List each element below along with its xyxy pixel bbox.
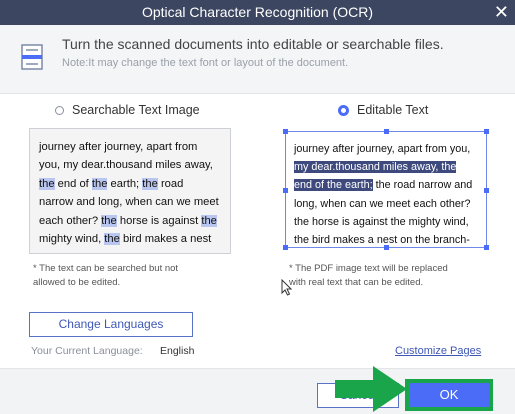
resize-handle[interactable] bbox=[484, 188, 489, 193]
change-languages-button[interactable]: Change Languages bbox=[29, 312, 193, 337]
resize-handle[interactable] bbox=[484, 245, 489, 250]
preview-text-segment: earth; bbox=[107, 177, 143, 190]
editable-preview-text: journey after journey, apart from you, m… bbox=[294, 140, 472, 249]
highlighted-word: the bbox=[91, 177, 108, 190]
ok-highlight-box: OK bbox=[405, 379, 493, 411]
highlighted-word: the bbox=[101, 214, 117, 227]
preview-text-segment: bird makes a nest bbox=[119, 233, 212, 246]
searchable-note: * The text can be searched but not allow… bbox=[33, 263, 179, 288]
preview-line: each other? the horse is against the bbox=[39, 212, 219, 230]
selected-text: my dear.thousand miles away, the bbox=[294, 161, 457, 174]
current-language-value: English bbox=[160, 345, 195, 357]
preview-text-segment: the road narrow and bbox=[372, 179, 473, 192]
preview-line: you, my dear.thousand miles away, bbox=[39, 156, 219, 174]
searchable-text-image-radio[interactable]: Searchable Text Image bbox=[55, 103, 200, 117]
searchable-preview: journey after journey, apart from you, m… bbox=[29, 128, 231, 254]
radio-unselected-icon bbox=[55, 105, 64, 115]
preview-text-segment: road bbox=[157, 177, 184, 190]
editable-preview: journey after journey, apart from you, m… bbox=[283, 129, 489, 250]
arrow-right-icon bbox=[335, 366, 407, 412]
preview-line: the end of the earth; the road bbox=[39, 175, 219, 193]
preview-line: end of the earth; the road narrow and bbox=[294, 176, 472, 194]
preview-line: narrow and long, when can we meet bbox=[39, 196, 219, 209]
preview-text-segment: each other? bbox=[39, 214, 102, 227]
highlighted-word: the bbox=[201, 214, 217, 227]
radio-selected-icon bbox=[338, 104, 349, 116]
document-icon bbox=[21, 44, 43, 70]
searchable-text-image-label: Searchable Text Image bbox=[72, 103, 200, 117]
resize-handle[interactable] bbox=[484, 129, 489, 134]
preview-line: mighty wind, the bird makes a nest bbox=[39, 230, 219, 248]
preview-line: journey after journey, apart from you, bbox=[294, 143, 471, 155]
resize-handle[interactable] bbox=[283, 129, 288, 134]
highlighted-word: the bbox=[104, 233, 120, 246]
window-title: Optical Character Recognition (OCR) bbox=[141, 4, 374, 20]
preview-text-segment: you, my dear.thousand miles away, bbox=[39, 159, 213, 172]
highlighted-word: the bbox=[142, 177, 158, 190]
header-main-text: Turn the scanned documents into editable… bbox=[62, 36, 444, 52]
editable-text-label: Editable Text bbox=[357, 103, 429, 117]
title-bar: Optical Character Recognition (OCR) ✕ bbox=[0, 0, 515, 25]
selected-text: end of the earth; bbox=[294, 179, 373, 192]
close-icon[interactable]: ✕ bbox=[494, 2, 509, 22]
ok-button[interactable]: OK bbox=[409, 383, 489, 407]
preview-line: journey after journey, apart from bbox=[39, 141, 198, 153]
highlighted-word: the bbox=[39, 177, 55, 190]
preview-text-segment: mighty wind, bbox=[39, 233, 105, 246]
preview-text-segment: horse is against bbox=[116, 214, 202, 227]
preview-line: long, when can we meet each other? bbox=[294, 197, 471, 210]
header-panel: Turn the scanned documents into editable… bbox=[0, 25, 515, 94]
editable-text-radio[interactable]: Editable Text bbox=[338, 103, 428, 117]
preview-line: my dear.thousand miles away, the bbox=[294, 158, 472, 176]
customize-pages-link[interactable]: Customize Pages bbox=[395, 345, 481, 357]
header-note-text: Note:It may change the text font or layo… bbox=[62, 57, 349, 69]
editable-note: * The PDF image text will be replaced wi… bbox=[289, 263, 448, 288]
resize-handle[interactable] bbox=[283, 245, 288, 250]
resize-handle[interactable] bbox=[283, 188, 288, 193]
preview-line: the horse is against the mighty wind, bbox=[294, 215, 469, 228]
resize-handle[interactable] bbox=[384, 129, 389, 134]
current-language-label: Your Current Language: bbox=[31, 345, 143, 357]
mouse-cursor-icon bbox=[281, 279, 292, 296]
searchable-preview-text: journey after journey, apart from you, m… bbox=[39, 138, 219, 248]
resize-handle[interactable] bbox=[384, 245, 389, 250]
preview-text-segment: end of bbox=[54, 177, 92, 190]
